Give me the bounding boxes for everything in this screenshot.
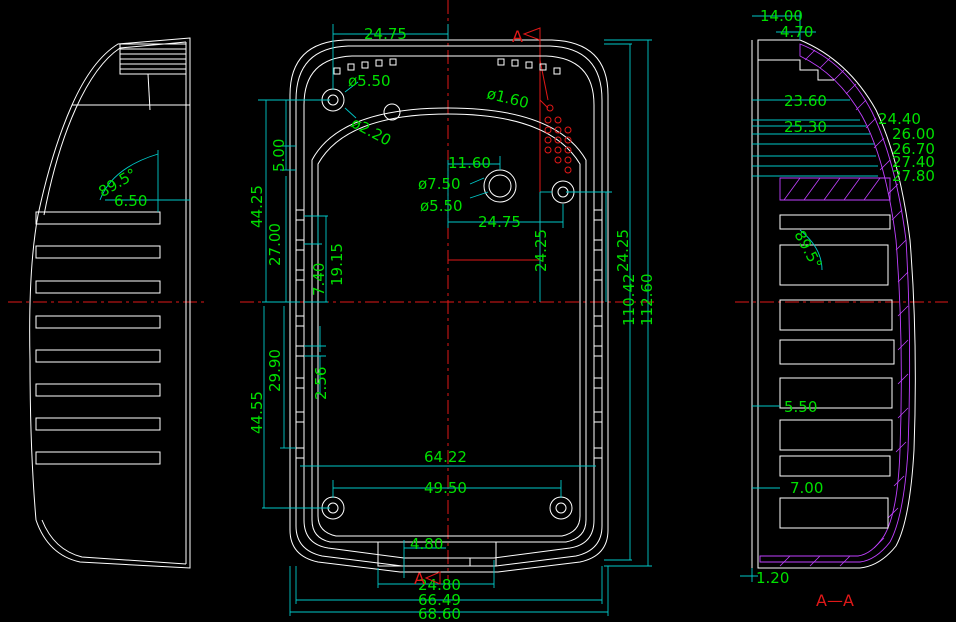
dim-upper-half: 44.25 <box>248 185 266 228</box>
mount-hole-bottom-right <box>549 496 573 520</box>
dim-lower-half: 44.55 <box>248 391 266 434</box>
section-label: A—A <box>816 591 854 610</box>
sec-dim-rib-inset: 5.50 <box>784 398 817 416</box>
sec-dim-bottom-wall: 1.20 <box>756 569 789 587</box>
sec-dim-step-1: 23.60 <box>784 92 827 110</box>
dim-lower-hole-spacing: 49.50 <box>424 479 467 497</box>
dim-rib-span: 19.15 <box>328 243 346 286</box>
dim-button-outer: ø7.50 <box>418 175 461 193</box>
section-marker-top: A <box>512 27 523 46</box>
sec-dim-step-7: 27.80 <box>892 167 935 185</box>
dim-button-inner: ø5.50 <box>420 197 463 215</box>
dim-button-width: 11.60 <box>448 154 491 172</box>
dim-rib-zone-lower: 29.90 <box>266 349 284 392</box>
dim-hole-large: ø5.50 <box>348 72 391 90</box>
section-arrow-top <box>522 27 541 41</box>
left-side-view: 89.5° 6.50 <box>29 37 191 569</box>
front-view: 24.75 ø5.50 ø2.20 ø1.60 5.00 44.25 27.00… <box>248 24 656 622</box>
dim-height-outer: 112.60 <box>638 274 656 327</box>
dim-top-width: 24.75 <box>364 25 407 43</box>
dim-button-offset: 24.75 <box>478 213 521 231</box>
section-view: 14.00 4.70 23.60 24.40 25.30 26.00 26.70… <box>740 7 935 610</box>
dim-rib-zone-upper: 27.00 <box>266 223 284 266</box>
dim-rib-gap: 2.56 <box>312 367 330 400</box>
sec-dim-rib-length: 7.00 <box>790 479 823 497</box>
rib-depth-label: 6.50 <box>114 192 147 210</box>
sec-dim-wall: 4.70 <box>780 23 813 41</box>
dim-top-offset: 5.00 <box>270 139 288 172</box>
dim-hole-depth-right: 24.25 <box>614 229 632 272</box>
section-marker-bottom: A <box>414 569 425 588</box>
speaker-grille <box>544 104 572 174</box>
dim-rib-pitch: 7.40 <box>310 263 328 296</box>
technical-drawing: 89.5° 6.50 24.75 ø5.50 ø2.20 ø1.60 5.00 … <box>8 0 948 622</box>
sec-dim-step-3: 25.30 <box>784 118 827 136</box>
dim-height-inner: 110.42 <box>620 274 638 327</box>
dim-hole-depth: 24.25 <box>532 229 550 272</box>
dim-width-inner: 64.22 <box>424 448 467 466</box>
dim-slot-width: 4.80 <box>410 535 443 553</box>
dim-overall-width: 68.60 <box>418 605 461 622</box>
sec-dim-draft-angle: 89.5° <box>790 227 825 272</box>
dim-grille-hole: ø1.60 <box>485 84 531 112</box>
